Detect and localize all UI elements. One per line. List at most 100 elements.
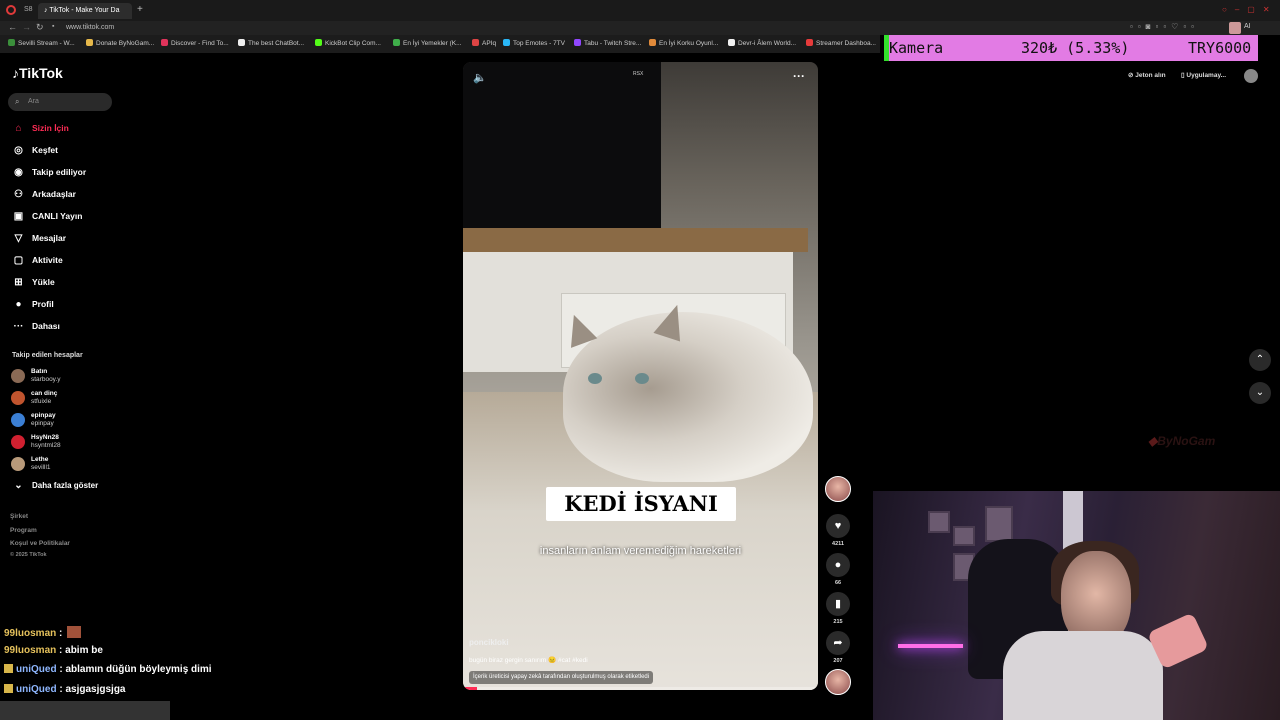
next-video-button[interactable]: ⌄ — [1249, 382, 1271, 404]
bookmark-item[interactable]: Discover - Find To... — [161, 39, 229, 47]
sidebar-item-label: Sizin İçin — [32, 123, 69, 133]
chat-text: abim be — [65, 645, 103, 656]
previous-video-button[interactable]: ⌃ — [1249, 349, 1271, 371]
video-subtitle: insanların anlam veremediğim hareketleri — [539, 545, 742, 557]
like-button[interactable]: ♥ — [826, 514, 850, 538]
sidebar-item-label: Aktivite — [32, 255, 63, 265]
chat-username[interactable]: uniQued — [16, 684, 57, 695]
creator-avatar[interactable] — [825, 476, 851, 502]
reload-icon[interactable]: ↻ — [36, 22, 44, 33]
url-field[interactable]: www.tiktok.com — [62, 22, 902, 34]
sidebar-item-label: Takip ediliyor — [32, 167, 87, 177]
forward-icon[interactable]: → — [22, 22, 31, 32]
save-button[interactable]: ▮ — [826, 592, 850, 616]
sidebar-item-compass[interactable]: ◎ Keşfet — [12, 142, 58, 158]
footer-link[interactable]: Koşul ve Politikalar — [10, 540, 70, 547]
account-handle: stfuixle — [31, 398, 52, 405]
chevron-down-icon: ⌄ — [1255, 387, 1265, 398]
messages-icon: ▽ — [14, 233, 23, 244]
back-icon[interactable]: ← — [8, 22, 17, 32]
account-name: epinpay — [31, 412, 56, 419]
chat-text: ablamın düğün böyleymiş dimi — [65, 664, 212, 675]
bookmark-item[interactable]: Devr-i Âlem World... — [728, 39, 796, 47]
more-options-icon[interactable]: ··· — [793, 69, 805, 83]
comment-button[interactable]: ● — [826, 553, 850, 577]
get-coins-button[interactable]: ⊘ Jeton alın — [1128, 71, 1166, 79]
subscriber-badge-icon — [4, 664, 13, 673]
chat-username[interactable]: uniQued — [16, 664, 57, 675]
bookmark-item[interactable]: En İyi Korku Oyunl... — [649, 39, 718, 47]
chevron-up-icon: ⌃ — [1255, 354, 1265, 365]
browser-tab-bar: S8 ♪ TikTok - Make Your Da + ○–▢✕ — [0, 0, 1280, 21]
ticker-change: 320₺ (5.33%) — [1021, 39, 1130, 57]
sidebar-item-profile[interactable]: ● Profil — [12, 296, 53, 312]
search-icon: ⌕ — [15, 97, 20, 106]
browser-menu-icon[interactable] — [6, 5, 16, 15]
bookmark-item[interactable]: Sevilli Stream - W... — [8, 39, 75, 47]
following-accounts-header: Takip edilen hesaplar — [12, 352, 83, 359]
window-controls[interactable]: ○–▢✕ — [1222, 5, 1278, 14]
search-input[interactable]: ⌕ Ara — [8, 93, 112, 111]
ai-button[interactable]: AI — [1244, 23, 1251, 30]
app-label: Uygulamay... — [1186, 72, 1227, 79]
tv-screen — [463, 62, 661, 237]
show-more-label: Daha fazla göster — [32, 481, 99, 490]
wall-frame — [953, 526, 975, 546]
search-placeholder: Ara — [28, 98, 39, 105]
tab-tiktok[interactable]: ♪ TikTok - Make Your Da — [38, 3, 132, 19]
tab-count-label[interactable]: S8 — [24, 6, 33, 13]
bookmark-item[interactable]: En İyi Yemekler (K... — [393, 39, 462, 47]
avatar — [11, 435, 25, 449]
wall-frame — [985, 506, 1013, 542]
chat-message: 99luosman : abim be — [4, 645, 103, 656]
bookmark-item[interactable]: KickBot Clip Com... — [315, 39, 381, 47]
account-handle: hsyntml28 — [31, 442, 61, 449]
video-description: bugün biraz gergin sanırım 😐 #cat #kedi — [469, 657, 588, 664]
sidebar-item-following[interactable]: ◉ Takip ediliyor — [12, 164, 86, 180]
chat-username[interactable]: 99luosman — [4, 628, 56, 639]
ticker-value: TRY6000 — [1188, 39, 1252, 57]
profile-avatar-icon[interactable] — [1229, 22, 1241, 34]
extensions-toolbar[interactable]: ▫▫◙▫▫♡▫▫ — [1130, 22, 1199, 31]
video-player[interactable]: 🔈 RSX ··· KEDİ İSYANI insanların anlam v… — [463, 62, 818, 690]
get-app-button[interactable]: ▯ Uygulamay... — [1181, 71, 1226, 79]
sidebar-item-more[interactable]: ··· Dahası — [12, 318, 60, 334]
footer-link[interactable]: Şirket — [10, 513, 28, 520]
bookmark-item[interactable]: APIq — [472, 39, 496, 47]
subscriber-badge-icon — [4, 684, 13, 693]
volume-icon[interactable]: 🔈 — [473, 71, 487, 84]
sidebar-item-live[interactable]: ▣ CANLI Yayın — [12, 208, 83, 224]
bookmark-item[interactable]: Donate ByNoGam... — [86, 39, 154, 47]
tiktok-logo[interactable]: ♪TikTok — [12, 65, 63, 81]
video-username[interactable]: poncikloki — [469, 638, 509, 647]
user-avatar[interactable] — [1244, 69, 1258, 83]
sidebar-item-upload[interactable]: ⊞ Yükle — [12, 274, 54, 290]
chat-separator: : — [56, 628, 66, 639]
footer-link[interactable]: Program — [10, 527, 37, 534]
new-tab-button[interactable]: + — [137, 4, 143, 15]
sidebar-item-messages[interactable]: ▽ Mesajlar — [12, 230, 66, 246]
chat-separator: : — [56, 645, 66, 656]
comment-icon: ● — [834, 559, 842, 571]
sidebar-item-friends[interactable]: ⚇ Arkadaşlar — [12, 186, 76, 202]
share-button[interactable]: ➦ — [826, 631, 850, 655]
sound-disc-avatar[interactable] — [825, 669, 851, 695]
video-progress-bar[interactable] — [463, 687, 818, 690]
stream-watermark: ◆ByNoGam — [1148, 434, 1215, 448]
avatar — [11, 369, 25, 383]
sidebar-item-label: Arkadaşlar — [32, 189, 76, 199]
friends-icon: ⚇ — [14, 189, 23, 200]
account-handle: starbooy.y — [31, 376, 61, 383]
bookmarks-bar: Sevilli Stream - W... Donate ByNoGam... Di… — [0, 35, 880, 53]
bookmark-item[interactable]: Tabu - Twitch Stre... — [574, 39, 641, 47]
sidebar-item-activity[interactable]: ▢ Aktivite — [12, 252, 63, 268]
sidebar-item-label: CANLI Yayın — [32, 211, 83, 221]
account-handle: sevilll1 — [31, 464, 51, 471]
bookmark-item[interactable]: Streamer Dashboa... — [806, 39, 876, 47]
chat-input-bar[interactable] — [0, 701, 170, 720]
show-more-button[interactable]: ⌄ Daha fazla göster — [12, 478, 98, 494]
bookmark-item[interactable]: Top Emotes - 7TV — [503, 39, 565, 47]
chat-username[interactable]: 99luosman — [4, 645, 56, 656]
sidebar-item-home[interactable]: ⌂ Sizin İçin — [12, 120, 69, 136]
bookmark-item[interactable]: The best ChatBot... — [238, 39, 304, 47]
